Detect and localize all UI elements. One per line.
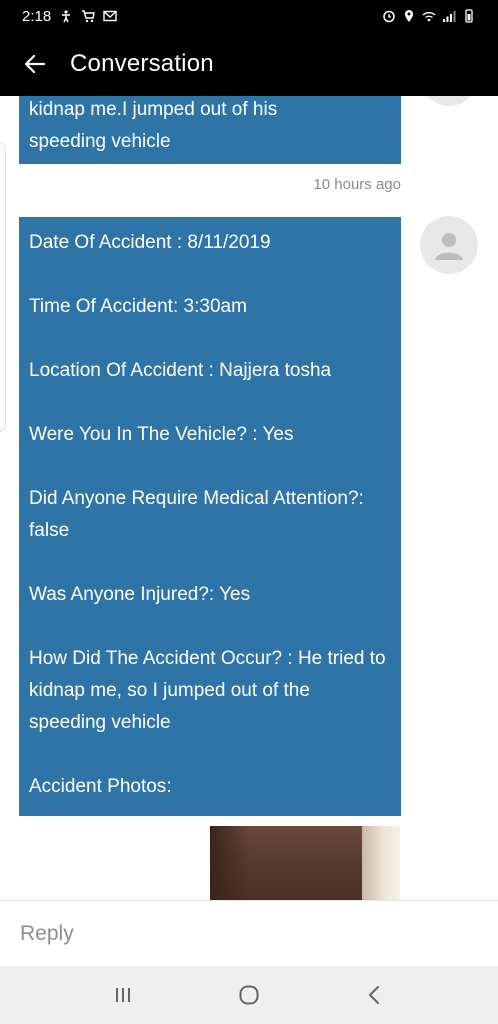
message-text-line: speeding vehicle (29, 131, 171, 152)
message-text-line: kidnap me.I jumped out of his (29, 99, 278, 120)
field-separator: : (203, 360, 220, 381)
report-field-date: Date Of Accident : 8/11/2019 (29, 227, 391, 259)
field-separator: : (171, 232, 188, 253)
status-right (382, 9, 476, 23)
field-separator: : (208, 584, 220, 605)
field-value: 3:30am (183, 296, 247, 317)
shopping-cart-icon (82, 10, 96, 23)
status-time: 2:18 (22, 7, 52, 25)
reply-bar (0, 900, 498, 966)
system-nav-bar (0, 966, 498, 1024)
field-label: Were You In The Vehicle? (29, 424, 247, 445)
report-field-medical: Did Anyone Require Medical Attention?: f… (29, 483, 391, 547)
field-label: How Did The Accident Occur? (29, 648, 283, 669)
gmail-icon (103, 10, 117, 22)
alarm-icon (383, 10, 395, 23)
back-icon (369, 986, 379, 1004)
battery-icon (465, 9, 473, 23)
accessibility-icon (62, 10, 71, 23)
message-timestamp: 10 hours ago (313, 176, 401, 193)
field-label: Did Anyone Require Medical Attention? (29, 488, 359, 509)
report-field-how: How Did The Accident Occur? : He tried t… (29, 643, 391, 739)
report-field-photos: Accident Photos: (29, 771, 391, 803)
report-field-location: Location Of Accident : Najjera tosha (29, 355, 391, 387)
field-separator: : (282, 648, 298, 669)
field-separator: : (246, 424, 263, 445)
recents-button[interactable] (93, 970, 153, 1020)
back-arrow-icon (24, 54, 46, 74)
nav-back-button[interactable] (345, 970, 405, 1020)
wifi-icon (422, 12, 436, 22)
field-value: Yes (262, 424, 294, 445)
message-bubble-report[interactable]: Date Of Accident : 8/11/2019 Time Of Acc… (19, 217, 401, 816)
field-label: Was Anyone Injured? (29, 584, 209, 605)
report-field-injured: Was Anyone Injured?: Yes (29, 579, 391, 611)
accident-photo[interactable] (210, 826, 400, 900)
home-icon (239, 985, 259, 1005)
field-label: Location Of Accident (29, 360, 204, 381)
report-field-in-vehicle: Were You In The Vehicle? : Yes (29, 419, 391, 451)
side-drawer-handle[interactable] (0, 142, 6, 432)
field-value: Yes (219, 584, 251, 605)
location-icon (405, 10, 413, 22)
message-bubble-previous[interactable]: kidnap me.I jumped out of his speeding v… (19, 96, 401, 164)
field-label: Date Of Accident (29, 232, 172, 253)
photo-highlight (362, 826, 400, 900)
page-title: Conversation (70, 50, 214, 77)
field-separator: : (166, 776, 172, 797)
signal-icon (443, 11, 456, 22)
field-separator: : (172, 296, 184, 317)
field-label: Time Of Accident (29, 296, 173, 317)
field-value: 8/11/2019 (187, 232, 271, 253)
home-button[interactable] (219, 970, 279, 1020)
field-separator: : (358, 488, 364, 509)
status-bar: 2:18 (0, 0, 498, 32)
field-value: false (29, 520, 70, 541)
report-field-time: Time Of Accident: 3:30am (29, 291, 391, 323)
back-button[interactable] (0, 32, 70, 96)
app-bar: Conversation (0, 32, 498, 96)
recents-icon (116, 988, 130, 1002)
user-icon (435, 233, 463, 260)
avatar (420, 216, 478, 274)
reply-input[interactable] (20, 921, 460, 946)
photo-shading (210, 826, 250, 900)
field-label: Accident Photos (29, 776, 167, 797)
conversation-list[interactable]: kidnap me.I jumped out of his speeding v… (0, 96, 498, 900)
field-value: Najjera tosha (219, 360, 332, 381)
avatar (420, 96, 478, 106)
status-left: 2:18 (22, 8, 117, 25)
